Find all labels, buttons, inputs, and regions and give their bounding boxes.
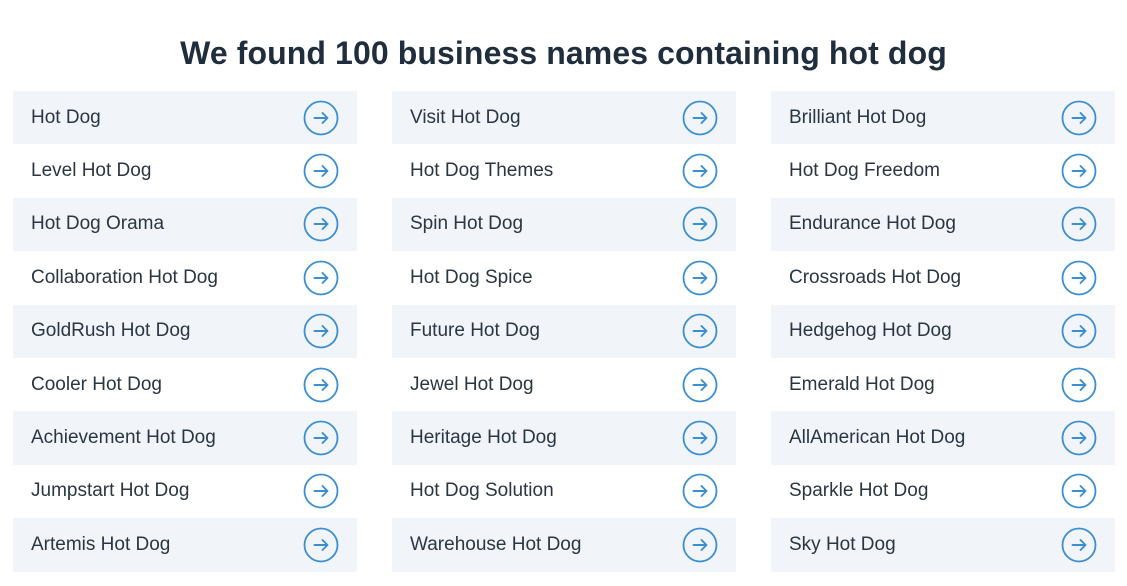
arrow-right-circle-icon[interactable] (682, 100, 718, 136)
arrow-right-circle-icon[interactable] (1061, 527, 1097, 563)
arrow-right-circle-icon[interactable] (1061, 260, 1097, 296)
business-name-label: Spin Hot Dog (410, 213, 524, 235)
business-name-label: Hot Dog Freedom (789, 160, 941, 182)
business-name-label: Hot Dog (31, 106, 101, 128)
business-name-label: Cooler Hot Dog (31, 373, 162, 395)
arrow-right-circle-icon[interactable] (682, 420, 718, 456)
business-name-item[interactable]: Hot Dog (13, 91, 357, 145)
arrow-right-circle-icon[interactable] (303, 206, 339, 242)
business-name-label: Future Hot Dog (410, 320, 540, 342)
business-name-label: Level Hot Dog (31, 160, 152, 182)
business-name-label: Jewel Hot Dog (410, 373, 534, 395)
business-name-label: Sparkle Hot Dog (789, 480, 929, 502)
business-name-item[interactable]: Hot Dog Freedom (771, 144, 1115, 197)
arrow-right-circle-icon[interactable] (682, 473, 718, 509)
page-title: We found 100 business names containing h… (180, 35, 947, 72)
business-name-label: Achievement Hot Dog (31, 427, 216, 449)
arrow-right-circle-icon[interactable] (682, 153, 718, 189)
business-name-item[interactable]: Heritage Hot Dog (392, 411, 736, 465)
business-name-label: Hot Dog Spice (410, 266, 533, 288)
business-name-item[interactable]: Spin Hot Dog (392, 197, 736, 252)
arrow-right-circle-icon[interactable] (682, 367, 718, 403)
business-name-label: Jumpstart Hot Dog (31, 480, 190, 502)
arrow-right-circle-icon[interactable] (303, 313, 339, 349)
business-name-item[interactable]: Hedgehog Hot Dog (771, 304, 1115, 358)
business-name-label: Endurance Hot Dog (789, 213, 956, 235)
business-name-item[interactable]: Artemis Hot Dog (13, 518, 357, 572)
arrow-right-circle-icon[interactable] (682, 527, 718, 563)
business-name-label: GoldRush Hot Dog (31, 320, 191, 342)
business-name-label: Warehouse Hot Dog (410, 533, 582, 555)
business-name-item[interactable]: Crossroads Hot Dog (771, 251, 1115, 304)
business-name-label: Hot Dog Themes (410, 160, 554, 182)
arrow-right-circle-icon[interactable] (303, 473, 339, 509)
name-column-2: Visit Hot Dog Hot Dog Themes Spin Hot Dog H… (392, 91, 736, 572)
arrow-right-circle-icon[interactable] (303, 260, 339, 296)
business-name-label: Hot Dog Orama (31, 213, 165, 235)
arrow-right-circle-icon[interactable] (1061, 420, 1097, 456)
arrow-right-circle-icon[interactable] (1061, 367, 1097, 403)
arrow-right-circle-icon[interactable] (1061, 100, 1097, 136)
arrow-right-circle-icon[interactable] (1061, 313, 1097, 349)
arrow-right-circle-icon[interactable] (303, 100, 339, 136)
business-name-label: Brilliant Hot Dog (789, 106, 927, 128)
business-name-item[interactable]: Warehouse Hot Dog (392, 518, 736, 572)
business-name-item[interactable]: Sparkle Hot Dog (771, 465, 1115, 518)
business-name-label: Sky Hot Dog (789, 533, 896, 555)
business-name-item[interactable]: Endurance Hot Dog (771, 197, 1115, 252)
arrow-right-circle-icon[interactable] (682, 260, 718, 296)
business-name-item[interactable]: Hot Dog Spice (392, 251, 736, 304)
business-name-item[interactable]: Achievement Hot Dog (13, 411, 357, 465)
arrow-right-circle-icon[interactable] (303, 527, 339, 563)
business-name-item[interactable]: Future Hot Dog (392, 304, 736, 358)
business-name-item[interactable]: Visit Hot Dog (392, 91, 736, 145)
business-name-label: Emerald Hot Dog (789, 373, 935, 395)
business-name-label: Heritage Hot Dog (410, 427, 557, 449)
business-name-label: Crossroads Hot Dog (789, 266, 962, 288)
business-name-item[interactable]: Emerald Hot Dog (771, 358, 1115, 411)
business-name-label: Hot Dog Solution (410, 480, 554, 502)
arrow-right-circle-icon[interactable] (682, 313, 718, 349)
arrow-right-circle-icon[interactable] (1061, 473, 1097, 509)
business-name-label: Collaboration Hot Dog (31, 266, 218, 288)
business-name-item[interactable]: GoldRush Hot Dog (13, 304, 357, 358)
business-name-label: Visit Hot Dog (410, 106, 521, 128)
business-name-item[interactable]: Hot Dog Themes (392, 144, 736, 197)
business-name-item[interactable]: Cooler Hot Dog (13, 358, 357, 411)
business-name-item[interactable]: Sky Hot Dog (771, 518, 1115, 572)
business-name-item[interactable]: Level Hot Dog (13, 144, 357, 197)
business-name-item[interactable]: AllAmerican Hot Dog (771, 411, 1115, 465)
business-name-item[interactable]: Brilliant Hot Dog (771, 91, 1115, 145)
business-name-label: Artemis Hot Dog (31, 533, 171, 555)
arrow-right-circle-icon[interactable] (303, 420, 339, 456)
name-column-1: Hot Dog Level Hot Dog Hot Dog Orama Collabo… (13, 91, 357, 572)
business-name-item[interactable]: Jumpstart Hot Dog (13, 465, 357, 518)
arrow-right-circle-icon[interactable] (1061, 206, 1097, 242)
name-column-3: Brilliant Hot Dog Hot Dog Freedom Enduranc… (771, 91, 1115, 572)
business-name-item[interactable]: Collaboration Hot Dog (13, 251, 357, 304)
arrow-right-circle-icon[interactable] (682, 206, 718, 242)
business-name-label: AllAmerican Hot Dog (789, 427, 966, 449)
arrow-right-circle-icon[interactable] (303, 367, 339, 403)
arrow-right-circle-icon[interactable] (1061, 153, 1097, 189)
business-name-item[interactable]: Hot Dog Solution (392, 465, 736, 518)
business-name-item[interactable]: Jewel Hot Dog (392, 358, 736, 411)
business-name-item[interactable]: Hot Dog Orama (13, 197, 357, 252)
arrow-right-circle-icon[interactable] (303, 153, 339, 189)
business-name-label: Hedgehog Hot Dog (789, 320, 952, 342)
